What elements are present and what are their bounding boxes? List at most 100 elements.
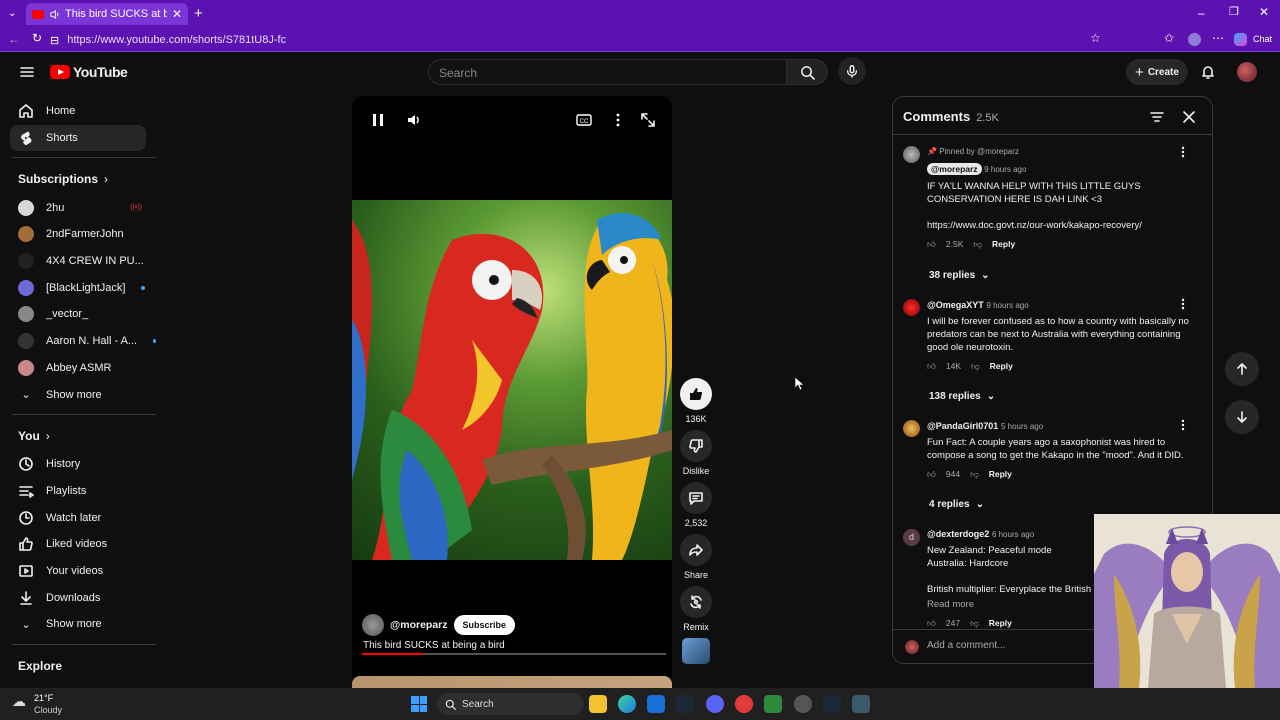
sidebar-subscription-item[interactable]: 4X4 CREW IN PU... [0, 248, 156, 275]
my-avatar[interactable] [905, 640, 919, 654]
copilot-icon[interactable] [1234, 33, 1247, 46]
weather-temp[interactable]: 21°F [34, 693, 53, 703]
commenter-avatar[interactable]: d [903, 529, 920, 546]
comment-menu-icon[interactable] [1176, 297, 1190, 311]
comment-menu-icon[interactable] [1176, 145, 1190, 159]
sidebar-item-downloads[interactable]: Downloads [0, 584, 156, 611]
steam-icon[interactable] [676, 695, 694, 713]
favorites-icon[interactable]: ☆ [1090, 31, 1101, 45]
app-icon[interactable] [735, 695, 753, 713]
comment-link[interactable]: https://www.doc.govt.nz/our-work/kakapo-… [927, 219, 1197, 232]
sidebar-subscription-item[interactable]: 2ndFarmerJohn [0, 221, 156, 248]
more-options-icon[interactable] [608, 110, 632, 134]
like-comment-icon[interactable]: 👍︎ [927, 360, 936, 373]
reply-button[interactable]: Reply [992, 238, 1015, 251]
close-comments-icon[interactable] [1181, 109, 1197, 125]
like-action[interactable]: 136K [680, 378, 712, 424]
remix-action[interactable]: Remix [680, 586, 712, 632]
pause-icon[interactable] [368, 110, 392, 134]
sidebar-item-playlists[interactable]: Playlists [0, 478, 156, 505]
tab-actions-icon[interactable]: ⌄ [8, 8, 16, 19]
voice-search-button[interactable] [838, 57, 866, 85]
dislike-button[interactable] [680, 430, 712, 462]
edge-icon[interactable] [618, 695, 636, 713]
commenter-avatar[interactable] [903, 299, 920, 316]
minimize-icon[interactable]: – [1198, 6, 1205, 20]
short-title[interactable]: This bird SUCKS at being a bird [363, 640, 505, 651]
back-icon[interactable]: ← [8, 32, 20, 46]
you-show-more[interactable]: ⌄ Show more [0, 611, 156, 638]
account-avatar[interactable] [1237, 62, 1257, 82]
share-button[interactable] [680, 534, 712, 566]
fullscreen-icon[interactable] [638, 110, 662, 134]
captions-icon[interactable]: CC [574, 110, 598, 134]
profile-icon[interactable] [1188, 33, 1201, 46]
tab-close-icon[interactable]: ✕ [172, 7, 182, 21]
notifications-icon[interactable] [1200, 64, 1216, 80]
audio-track-thumbnail[interactable] [682, 638, 710, 664]
commenter-avatar[interactable] [903, 146, 920, 163]
you-heading[interactable]: You › [0, 421, 156, 451]
comment-author[interactable]: @OmegaXYT [927, 300, 984, 310]
view-replies-button[interactable]: 38 replies ⌄ [929, 270, 990, 281]
remix-button[interactable] [680, 586, 712, 618]
window-close-icon[interactable]: ✕ [1259, 5, 1269, 19]
steam-icon[interactable] [823, 695, 841, 713]
start-button[interactable] [411, 696, 427, 712]
share-action[interactable]: Share [680, 534, 712, 580]
view-replies-button[interactable]: 4 replies ⌄ [929, 499, 984, 510]
comment-author[interactable]: @dexterdoge2 [927, 529, 989, 539]
subscribe-button[interactable]: Subscribe [453, 615, 516, 635]
sidebar-item-liked-videos[interactable]: Liked videos [0, 531, 156, 558]
channel-avatar[interactable] [362, 614, 384, 636]
comments-action[interactable]: 2,532 [680, 482, 712, 528]
volume-icon[interactable] [404, 110, 428, 134]
app-icon[interactable] [647, 695, 665, 713]
create-button[interactable]: + Create [1126, 59, 1188, 85]
like-button[interactable] [680, 378, 712, 410]
search-input[interactable]: Search [428, 59, 786, 85]
refresh-icon[interactable]: ↻ [32, 31, 42, 45]
app-icon[interactable] [764, 695, 782, 713]
file-explorer-icon[interactable] [589, 695, 607, 713]
like-comment-icon[interactable]: 👍︎ [927, 238, 936, 251]
sidebar-item-watch-later[interactable]: Watch later [0, 504, 156, 531]
tab-audio-icon[interactable] [49, 9, 60, 20]
app-icon[interactable] [852, 695, 870, 713]
view-replies-button[interactable]: 138 replies ⌄ [929, 391, 995, 402]
reply-button[interactable]: Reply [990, 360, 1013, 373]
next-short-button[interactable] [1225, 400, 1259, 434]
taskbar-search[interactable]: Search [437, 693, 583, 715]
previous-short-button[interactable] [1225, 352, 1259, 386]
sidebar-subscription-item[interactable]: _vector_ [0, 301, 156, 328]
comment-author-chip[interactable]: @moreparz [927, 163, 982, 175]
comments-button[interactable] [680, 482, 712, 514]
sidebar-item-home[interactable]: Home [0, 98, 156, 125]
dislike-action[interactable]: Dislike [680, 430, 712, 476]
dislike-comment-icon[interactable]: 👎︎ [970, 468, 979, 481]
sort-icon[interactable] [1149, 109, 1165, 125]
commenter-avatar[interactable] [903, 420, 920, 437]
short-video-player[interactable]: CC @moreparz Subscribe This bird SUCKS a… [352, 96, 672, 688]
comment-menu-icon[interactable] [1176, 418, 1190, 432]
subscriptions-heading[interactable]: Subscriptions › [0, 164, 156, 194]
chat-label[interactable]: Chat [1253, 34, 1272, 44]
add-comment-input[interactable]: Add a comment... [927, 640, 1005, 651]
extensions-icon[interactable]: ✩ [1164, 31, 1174, 45]
sidebar-item-your-videos[interactable]: Your videos [0, 558, 156, 585]
subscriptions-show-more[interactable]: ⌄ Show more [0, 381, 156, 408]
sidebar-subscription-item[interactable]: [BlackLightJack] [0, 274, 156, 301]
restore-icon[interactable]: ❐ [1229, 5, 1239, 18]
sidebar-item-shorts[interactable]: Shorts [10, 124, 146, 152]
url-field[interactable]: ⊟ https://www.youtube.com/shorts/S781tU8… [50, 31, 1060, 49]
like-comment-icon[interactable]: 👍︎ [927, 468, 936, 481]
comment-author[interactable]: @PandaGirl0701 [927, 421, 998, 431]
dislike-comment-icon[interactable]: 👎︎ [971, 360, 980, 373]
more-icon[interactable]: ⋯ [1212, 31, 1224, 45]
sidebar-subscription-item[interactable]: Abbey ASMR [0, 355, 156, 382]
dislike-comment-icon[interactable]: 👎︎ [973, 238, 982, 251]
new-tab-icon[interactable]: + [194, 5, 203, 22]
app-icon[interactable] [794, 695, 812, 713]
sidebar-subscription-item[interactable]: Aaron N. Hall - A... [0, 328, 156, 355]
sidebar-item-history[interactable]: History [0, 451, 156, 478]
